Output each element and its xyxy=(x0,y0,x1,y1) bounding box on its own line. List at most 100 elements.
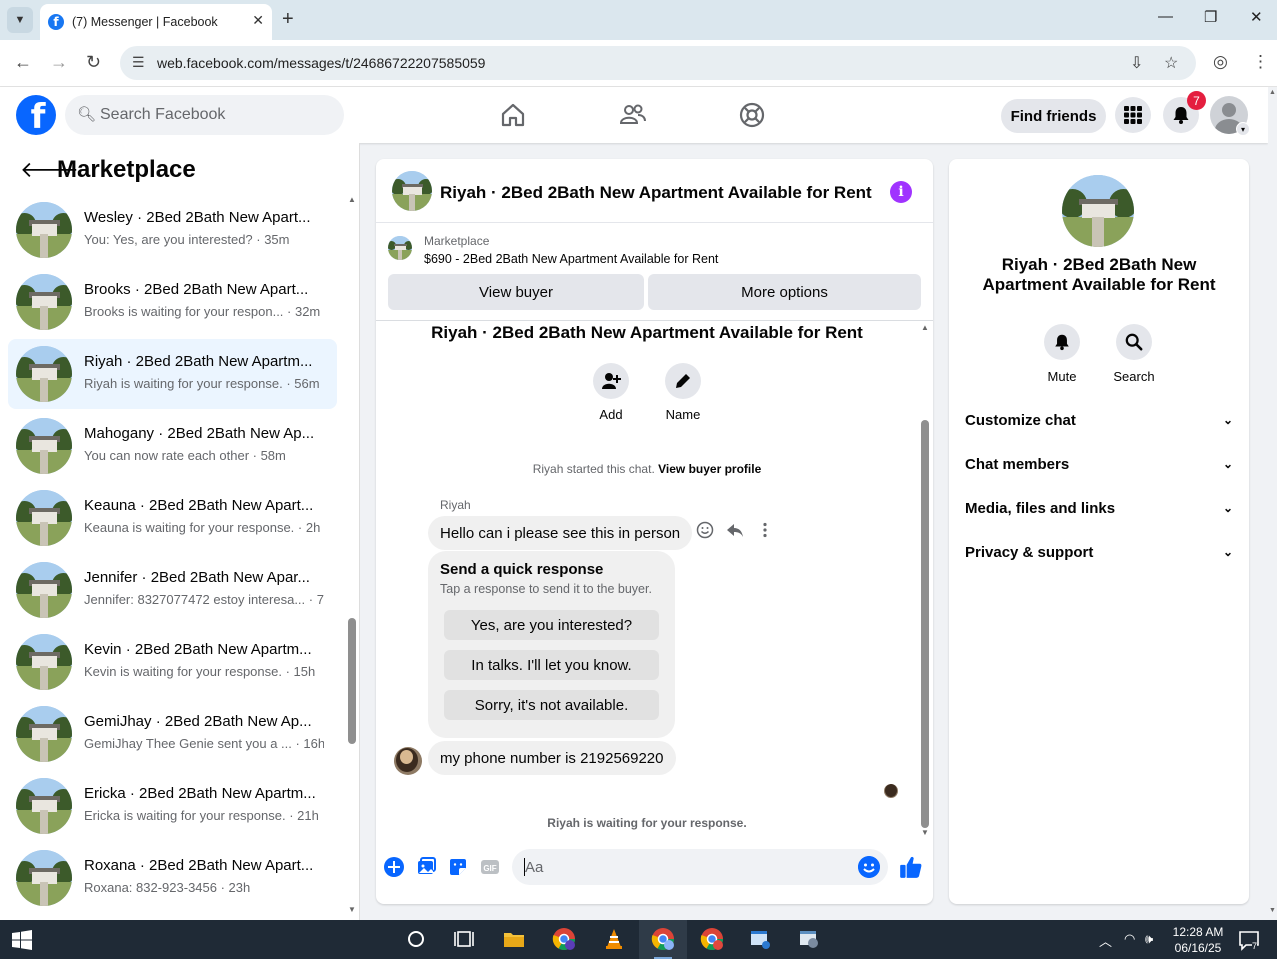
scroll-down-icon[interactable]: ▼ xyxy=(348,905,356,914)
page-scrollbar[interactable]: ▲ ▼ xyxy=(1268,87,1277,920)
marketplace-label: Marketplace xyxy=(424,234,490,248)
sender-avatar[interactable] xyxy=(394,747,422,775)
facebook-logo-icon[interactable]: f xyxy=(16,95,56,135)
chat-scrollbar[interactable]: ▲ ▼ xyxy=(918,323,932,841)
minimize-icon[interactable]: — xyxy=(1158,8,1173,25)
conversation-item[interactable]: Jennifer · 2Bed 2Bath New Apar... Jennife… xyxy=(8,555,337,625)
view-buyer-profile-link[interactable]: View buyer profile xyxy=(658,462,761,476)
customize-chat-row[interactable]: Customize chat ⌄ xyxy=(965,405,1233,435)
reply-icon[interactable] xyxy=(726,521,744,539)
close-tab-icon[interactable]: ✕ xyxy=(252,12,264,29)
photo-icon[interactable] xyxy=(415,856,437,878)
gif-icon[interactable]: GIF xyxy=(479,856,501,878)
chevron-down-icon[interactable]: ▾ xyxy=(1236,122,1250,136)
message-bubble[interactable]: my phone number is 2192569220 xyxy=(428,741,676,775)
conversation-item[interactable]: Riyah · 2Bed 2Bath New Apartm... Riyah is… xyxy=(8,339,337,409)
browser-tab[interactable]: f (7) Messenger | Facebook ✕ xyxy=(40,4,272,40)
back-icon[interactable]: ← xyxy=(14,52,32,73)
sticker-icon[interactable] xyxy=(447,856,469,878)
chevron-down-icon: ⌄ xyxy=(1222,457,1233,471)
media-files-links-row[interactable]: Media, files and links ⌄ xyxy=(965,493,1233,523)
close-window-icon[interactable]: ✕ xyxy=(1250,8,1263,26)
chat-listing-thumbnail[interactable] xyxy=(392,171,432,211)
thumbs-up-icon[interactable] xyxy=(898,854,924,880)
app-window-gear-icon[interactable] xyxy=(797,927,821,951)
chevron-down-icon: ⌄ xyxy=(1222,413,1233,427)
scroll-up-icon[interactable]: ▲ xyxy=(921,323,929,332)
message-input[interactable]: Aa xyxy=(512,849,888,885)
site-info-icon[interactable]: ☰ xyxy=(132,54,145,71)
more-options-button[interactable]: More options xyxy=(648,274,921,310)
plus-icon[interactable] xyxy=(383,856,405,878)
search-facebook-input[interactable]: 🔍︎ Search Facebook xyxy=(65,95,344,135)
profile-icon[interactable]: ◎ xyxy=(1213,52,1228,72)
scroll-down-icon[interactable]: ▼ xyxy=(1269,907,1276,914)
new-tab-button[interactable]: + xyxy=(282,8,294,31)
task-view-icon[interactable] xyxy=(452,927,476,951)
find-friends-button[interactable]: Find friends xyxy=(1001,99,1106,133)
view-buyer-button[interactable]: View buyer xyxy=(388,274,644,310)
listing-title[interactable]: $690 - 2Bed 2Bath New Apartment Availabl… xyxy=(424,252,718,266)
windows-start-icon[interactable] xyxy=(12,930,32,950)
quick-response-option[interactable]: Sorry, it's not available. xyxy=(444,690,659,720)
scroll-down-icon[interactable]: ▼ xyxy=(921,828,929,837)
quick-response-option[interactable]: In talks. I'll let you know. xyxy=(444,650,659,680)
name-action[interactable]: Name xyxy=(653,363,713,422)
file-explorer-icon[interactable] xyxy=(502,927,526,951)
message-bubble[interactable]: Hello can i please see this in person xyxy=(428,516,693,550)
chat-members-row[interactable]: Chat members ⌄ xyxy=(965,449,1233,479)
listing-thumbnail[interactable] xyxy=(388,236,412,260)
app-window-icon[interactable] xyxy=(748,927,772,951)
bookmark-star-icon[interactable]: ☆ xyxy=(1164,53,1178,73)
chat-started-notice: Riyah started this chat. View buyer prof… xyxy=(376,462,918,476)
search-action[interactable]: Search xyxy=(1104,324,1164,384)
chat-title[interactable]: Riyah · 2Bed 2Bath New Apartment Availab… xyxy=(440,183,872,203)
vlc-icon[interactable] xyxy=(602,927,626,951)
wifi-icon[interactable]: ◠ xyxy=(1124,931,1135,947)
taskbar-clock[interactable]: 12:28 AM 06/16/25 xyxy=(1170,924,1226,956)
add-people-action[interactable]: Add xyxy=(581,363,641,422)
install-app-icon[interactable]: ⇩ xyxy=(1130,53,1143,73)
conversation-snippet: GemiJhay Thee Genie sent you a ... · 16h xyxy=(84,736,324,751)
emoji-icon[interactable] xyxy=(858,856,880,878)
more-vertical-icon[interactable] xyxy=(756,521,774,539)
conversation-item[interactable]: Wesley · 2Bed 2Bath New Apart... You: Yes… xyxy=(8,195,337,265)
search-circle-icon[interactable] xyxy=(404,927,428,951)
conversation-item[interactable]: GemiJhay · 2Bed 2Bath New Ap... GemiJhay … xyxy=(8,699,337,769)
conversation-item[interactable]: Brooks · 2Bed 2Bath New Apart... Brooks i… xyxy=(8,267,337,337)
sender-name: Riyah xyxy=(440,498,471,512)
gaming-icon[interactable] xyxy=(738,101,766,129)
chat-scroll-thumb[interactable] xyxy=(921,420,929,828)
quick-response-option[interactable]: Yes, are you interested? xyxy=(444,610,659,640)
privacy-support-row[interactable]: Privacy & support ⌄ xyxy=(965,537,1233,567)
conversation-item[interactable]: Roxana · 2Bed 2Bath New Apart... Roxana: … xyxy=(8,843,337,913)
show-hidden-icons-icon[interactable]: ︿ xyxy=(1099,931,1112,950)
conversation-item[interactable]: Keauna · 2Bed 2Bath New Apart... Keauna i… xyxy=(8,483,337,553)
reload-icon[interactable]: ↻ xyxy=(86,52,101,73)
forward-icon[interactable]: → xyxy=(50,52,68,73)
scroll-up-icon[interactable]: ▲ xyxy=(348,195,356,204)
sidebar-scroll-thumb[interactable] xyxy=(348,618,356,744)
friends-icon[interactable] xyxy=(619,101,647,129)
conversation-item[interactable]: Mahogany · 2Bed 2Bath New Ap... You can n… xyxy=(8,411,337,481)
volume-icon[interactable]: 🕪︎ xyxy=(1145,931,1153,947)
home-icon[interactable] xyxy=(499,101,527,129)
chrome-profile-red-icon[interactable] xyxy=(700,927,724,951)
conversation-item[interactable]: Kevin · 2Bed 2Bath New Apartm... Kevin is… xyxy=(8,627,337,697)
info-icon[interactable]: i xyxy=(890,181,912,203)
bell-icon xyxy=(1055,334,1069,351)
tab-search-button[interactable]: ▼ xyxy=(7,7,33,33)
scroll-up-icon[interactable]: ▲ xyxy=(1269,89,1276,96)
restore-icon[interactable]: ❐ xyxy=(1204,8,1217,26)
details-listing-photo[interactable] xyxy=(1062,175,1134,247)
sidebar-title: Marketplace xyxy=(57,156,196,183)
sidebar-scrollbar[interactable]: ▲ ▼ xyxy=(345,195,359,920)
chrome-profile-n-icon[interactable] xyxy=(552,927,576,951)
mute-action[interactable]: Mute xyxy=(1032,324,1092,384)
chrome-icon[interactable] xyxy=(651,927,675,951)
menu-kebab-icon[interactable]: ⋮ xyxy=(1252,52,1269,72)
react-emoji-icon[interactable] xyxy=(696,521,714,539)
conversation-item[interactable]: Ericka · 2Bed 2Bath New Apartm... Ericka … xyxy=(8,771,337,841)
address-bar[interactable]: ☰ web.facebook.com/messages/t/2468672220… xyxy=(120,46,1196,80)
menu-grid-button[interactable] xyxy=(1115,97,1151,133)
